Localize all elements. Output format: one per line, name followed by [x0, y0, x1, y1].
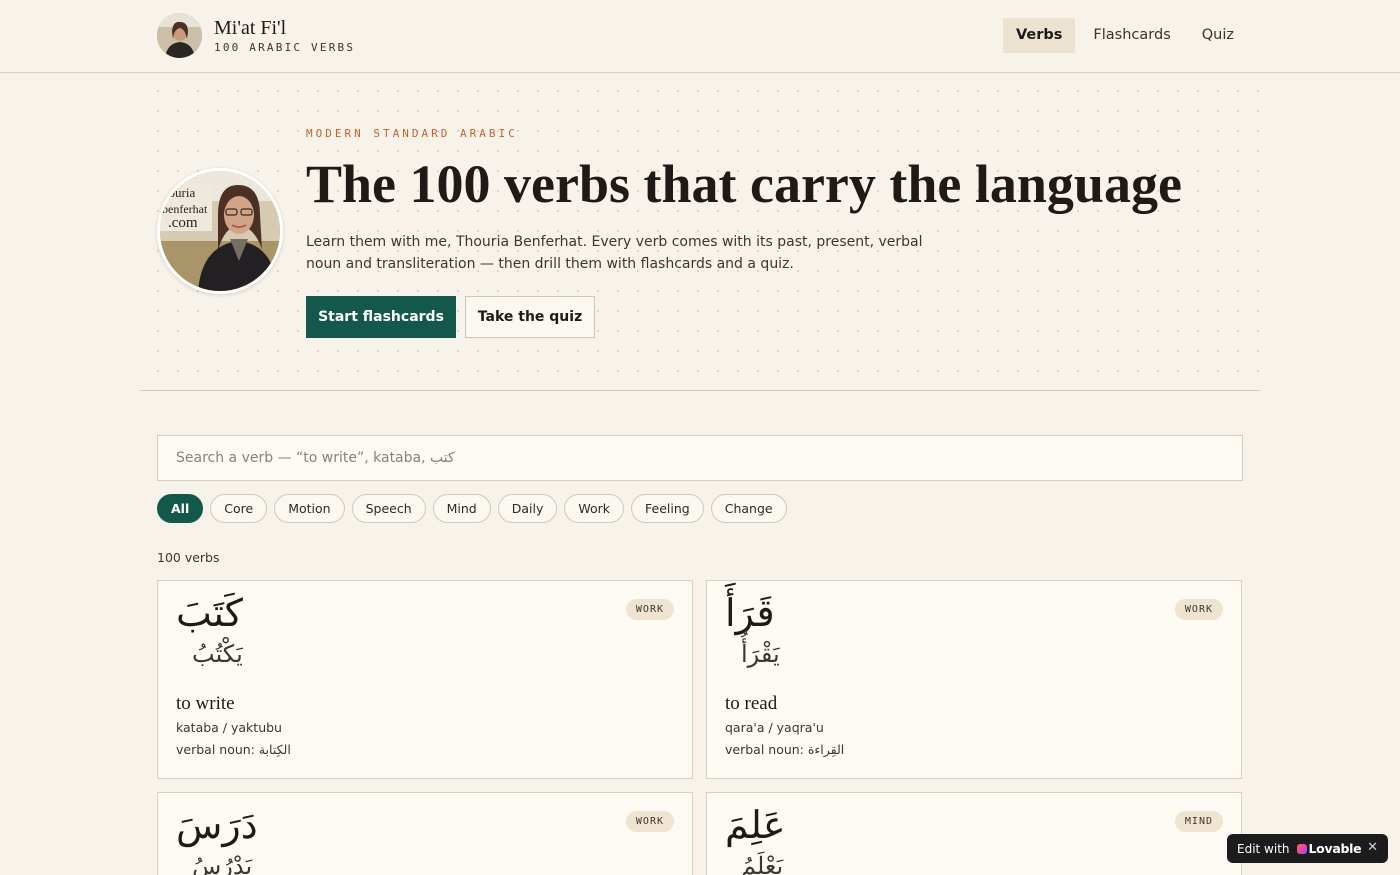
verb-transliteration: qara'a / yaqra'u	[725, 720, 824, 735]
badge-prefix: Edit with	[1237, 841, 1290, 856]
brand[interactable]: Mi'at Fi'l 100 ARABIC VERBS	[157, 13, 355, 58]
hero-description: Learn them with me, Thouria Benferhat. E…	[306, 234, 923, 272]
filter-work[interactable]: Work	[564, 494, 625, 523]
verb-past-form: دَرَسَ	[176, 803, 258, 847]
author-photo: houria benferhat .com	[157, 168, 283, 294]
nav-flashcards[interactable]: Flashcards	[1080, 18, 1183, 53]
verb-meaning: to write	[176, 693, 235, 714]
verb-count: 100 verbs	[157, 550, 220, 565]
verb-past-form: كَتَبَ	[176, 591, 243, 635]
verb-present-form: يَكْتُبُ	[192, 640, 243, 668]
close-icon[interactable]: ✕	[1367, 840, 1378, 855]
filter-mind[interactable]: Mind	[432, 494, 491, 523]
category-filters: All Core Motion Speech Mind Daily Work F…	[157, 494, 794, 523]
filter-all[interactable]: All	[157, 494, 204, 523]
svg-text:houria: houria	[162, 185, 195, 200]
nav-verbs[interactable]: Verbs	[1002, 18, 1076, 53]
app-title: Mi'at Fi'l	[214, 17, 287, 39]
hero-title: The 100 verbs that carry the language	[306, 154, 1182, 214]
top-navigation-bar: Mi'at Fi'l 100 ARABIC VERBS Verbs Flashc…	[0, 0, 1400, 73]
filter-speech[interactable]: Speech	[351, 494, 426, 523]
verb-meaning: to read	[725, 693, 778, 714]
svg-text:benferhat: benferhat	[162, 202, 208, 216]
category-tag: MIND	[1174, 811, 1223, 832]
verb-present-form: يَعْلَمُ	[741, 852, 784, 875]
app-subtitle: 100 ARABIC VERBS	[214, 41, 356, 54]
badge-brand: Lovable	[1308, 841, 1362, 856]
avatar	[157, 13, 202, 58]
main-nav: Verbs Flashcards Quiz	[998, 18, 1247, 53]
start-flashcards-button[interactable]: Start flashcards	[306, 296, 456, 338]
edit-with-lovable-badge[interactable]: Edit with Lovable ✕	[1227, 834, 1388, 863]
verb-card[interactable]: عَلِمَ يَعْلَمُ MIND	[706, 792, 1242, 875]
verb-present-form: يَدْرُسُ	[192, 852, 253, 875]
search-input[interactable]	[157, 435, 1243, 481]
verbal-noun: verbal noun: الكِتابة	[176, 742, 291, 757]
verb-card[interactable]: كَتَبَ يَكْتُبُ WORK to write kataba / y…	[157, 580, 693, 779]
verb-transliteration: kataba / yaktubu	[176, 720, 282, 735]
verb-card[interactable]: دَرَسَ يَدْرُسُ WORK	[157, 792, 693, 875]
svg-text:.com: .com	[168, 215, 198, 231]
category-tag: WORK	[625, 599, 674, 620]
verb-past-form: قَرَأَ	[725, 591, 775, 635]
filter-feeling[interactable]: Feeling	[631, 494, 704, 523]
verb-card[interactable]: قَرَأَ يَقْرَأُ WORK to read qara'a / ya…	[706, 580, 1242, 779]
nav-quiz[interactable]: Quiz	[1189, 18, 1247, 53]
filter-core[interactable]: Core	[210, 494, 268, 523]
verb-present-form: يَقْرَأُ	[741, 640, 780, 668]
lovable-heart-icon	[1296, 843, 1307, 854]
take-quiz-button[interactable]: Take the quiz	[465, 296, 595, 338]
hero-eyebrow: MODERN STANDARD ARABIC	[306, 127, 518, 140]
category-tag: WORK	[1174, 599, 1223, 620]
verb-past-form: عَلِمَ	[725, 803, 786, 847]
filter-change[interactable]: Change	[710, 494, 787, 523]
filter-daily[interactable]: Daily	[497, 494, 558, 523]
filter-motion[interactable]: Motion	[274, 494, 345, 523]
verbal-noun: verbal noun: القِراءة	[725, 742, 845, 757]
hero-section: houria benferhat .com MODERN STANDARD AR…	[140, 73, 1260, 391]
category-tag: WORK	[625, 811, 674, 832]
